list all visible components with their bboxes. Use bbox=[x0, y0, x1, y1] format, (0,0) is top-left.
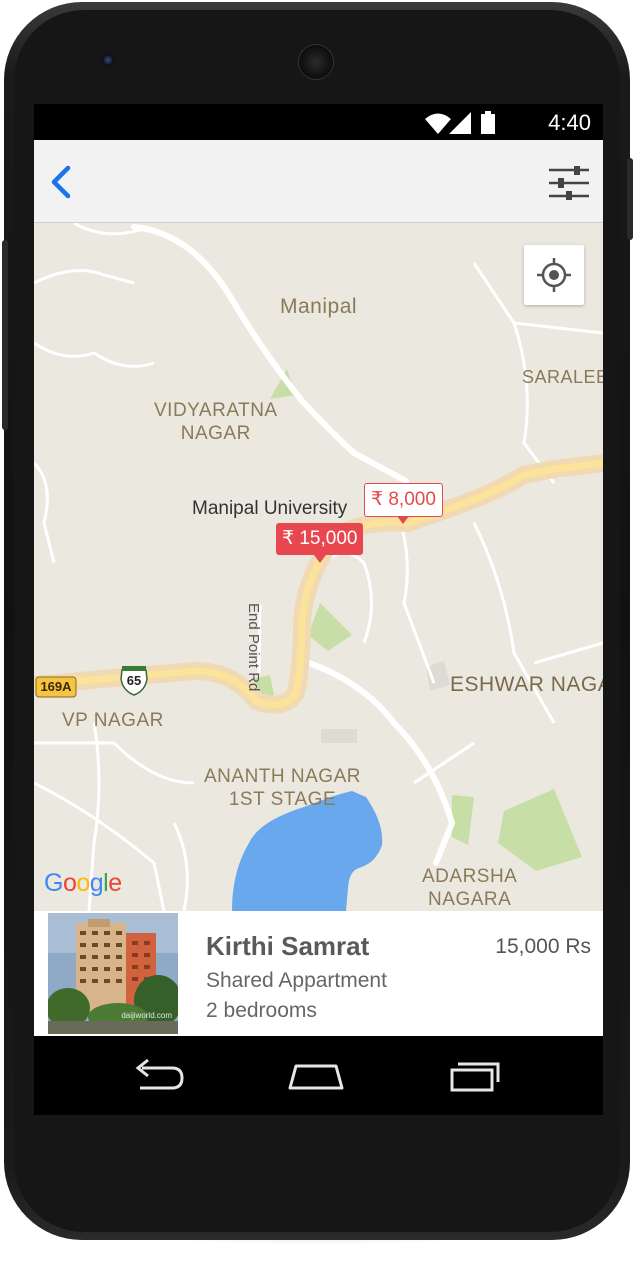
listing-bedrooms: 2 bedrooms bbox=[206, 999, 317, 1022]
map-label-vidyaratna-nagar: VIDYARATNA NAGAR bbox=[154, 400, 278, 444]
listing-title: Kirthi Samrat bbox=[206, 931, 370, 961]
map-label-eshwar-nagar: ESHWAR NAGA bbox=[450, 673, 603, 696]
system-nav-bar bbox=[34, 1036, 603, 1115]
nav-home-button[interactable] bbox=[286, 1056, 346, 1096]
cellular-signal-icon bbox=[449, 112, 471, 134]
my-location-button[interactable] bbox=[524, 245, 584, 305]
nav-recents-button[interactable] bbox=[444, 1056, 504, 1096]
earpiece-speaker bbox=[298, 44, 334, 80]
listing-card[interactable]: daijiworld.com Kirthi Samrat 15,000 Rs S… bbox=[34, 911, 603, 1036]
power-button bbox=[627, 158, 633, 240]
recents-icon bbox=[450, 1062, 500, 1092]
route-65-label: 65 bbox=[126, 673, 142, 688]
listing-price: 15,000 Rs bbox=[495, 935, 591, 958]
price-marker-label: ₹ 15,000 bbox=[282, 528, 358, 549]
status-bar: 4:40 bbox=[34, 104, 603, 140]
filter-button[interactable] bbox=[549, 166, 589, 200]
map-label-vp-nagar: VP NAGAR bbox=[62, 710, 164, 731]
map-label-manipal: Manipal bbox=[280, 295, 358, 318]
wifi-icon bbox=[425, 113, 451, 134]
map-label-saralebettu: SARALEB bbox=[522, 367, 603, 387]
crosshair-icon bbox=[537, 258, 571, 292]
volume-button bbox=[2, 240, 8, 430]
map-label-ananth-nagar: ANANTH NAGAR 1ST STAGE bbox=[204, 766, 361, 810]
map-label-manipal-university: Manipal University bbox=[192, 498, 348, 519]
map-view[interactable]: Manipal SARALEB VIDYARATNA NAGAR Manipal … bbox=[34, 223, 603, 911]
front-camera bbox=[102, 54, 114, 66]
sliders-icon bbox=[549, 166, 589, 200]
map-label-adarsha-nagara: ADARSHA NAGARA bbox=[422, 866, 518, 910]
status-time: 4:40 bbox=[548, 110, 591, 135]
map-label-end-point-rd: End Point Rd bbox=[245, 603, 262, 692]
price-marker-15000[interactable]: ₹ 15,000 bbox=[276, 523, 364, 563]
status-icons bbox=[425, 111, 495, 134]
listing-photo: daijiworld.com bbox=[48, 913, 178, 1034]
google-logo: Google bbox=[44, 869, 122, 897]
back-button[interactable] bbox=[46, 164, 78, 200]
listing-type: Shared Appartment bbox=[206, 969, 387, 992]
battery-icon bbox=[481, 111, 495, 134]
price-marker-label: ₹ 8,000 bbox=[371, 489, 436, 510]
price-marker-8000[interactable]: ₹ 8,000 bbox=[364, 483, 443, 524]
back-arrow-icon bbox=[135, 1058, 184, 1090]
home-icon bbox=[288, 1064, 344, 1090]
route-169a-label: 169A bbox=[40, 679, 72, 694]
nav-back-button[interactable] bbox=[128, 1056, 188, 1096]
marker-pointer bbox=[397, 516, 410, 524]
photo-watermark: daijiworld.com bbox=[121, 1011, 172, 1020]
app-bar bbox=[34, 140, 603, 223]
marker-pointer bbox=[313, 555, 326, 563]
phone-screen: 4:40 Manipal SARALEB VIDYARATNA NAGAR Ma… bbox=[34, 104, 603, 1115]
chevron-left-icon bbox=[51, 165, 71, 199]
